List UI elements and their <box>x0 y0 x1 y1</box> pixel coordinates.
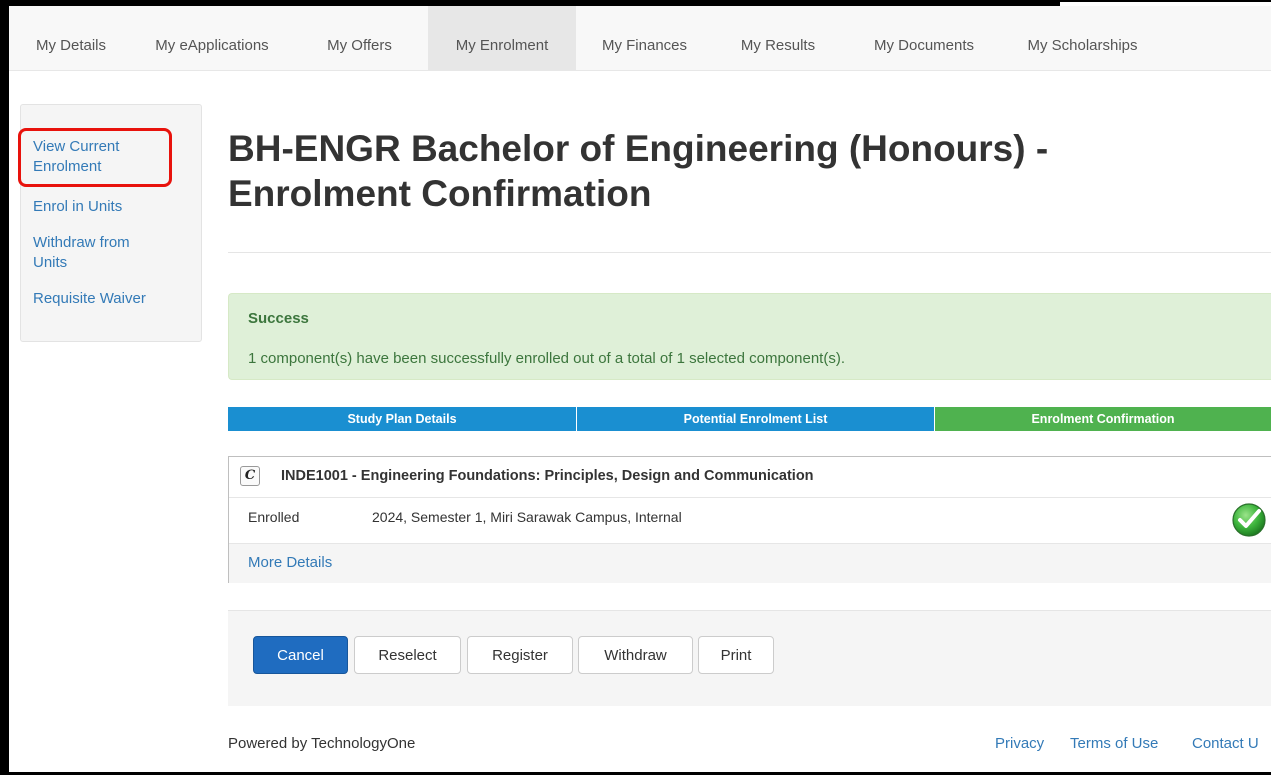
tab-my-details[interactable]: My Details <box>9 6 133 70</box>
title-divider <box>228 252 1271 253</box>
step-potential-enrolment-list[interactable]: Potential Enrolment List <box>577 407 934 431</box>
tab-my-scholarships[interactable]: My Scholarships <box>1005 6 1160 70</box>
tab-my-eapplications[interactable]: My eApplications <box>133 6 291 70</box>
tab-my-documents[interactable]: My Documents <box>843 6 1005 70</box>
step-enrolment-confirmation[interactable]: Enrolment Confirmation <box>935 407 1271 431</box>
sidebar-item-enrol-in-units[interactable]: Enrol in Units <box>33 197 183 217</box>
more-details-link[interactable]: More Details <box>248 554 332 571</box>
sidebar-item-requisite-waiver[interactable]: Requisite Waiver <box>33 289 183 309</box>
page-title: BH-ENGR Bachelor of Engineering (Honours… <box>228 126 1271 216</box>
cancel-button[interactable]: Cancel <box>253 636 348 674</box>
check-circle-icon <box>1232 503 1266 537</box>
unit-session: 2024, Semester 1, Miri Sarawak Campus, I… <box>372 509 682 525</box>
page-title-line2: Enrolment Confirmation <box>228 173 652 214</box>
print-button[interactable]: Print <box>698 636 774 674</box>
register-button[interactable]: Register <box>467 636 573 674</box>
window-frame-left <box>0 0 9 775</box>
tab-my-offers[interactable]: My Offers <box>291 6 428 70</box>
step-study-plan-details[interactable]: Study Plan Details <box>228 407 576 431</box>
annotation-highlight-box <box>18 128 172 187</box>
alert-title: Success <box>248 310 309 327</box>
sidebar-item-withdraw-from-units[interactable]: Withdraw from Units <box>33 233 163 273</box>
component-badge: C <box>240 466 260 486</box>
action-bar: Cancel Reselect Register Withdraw Print <box>228 610 1271 706</box>
terms-of-use-link[interactable]: Terms of Use <box>1070 735 1158 752</box>
enrolment-status: Enrolled <box>248 509 300 525</box>
withdraw-button[interactable]: Withdraw <box>578 636 693 674</box>
enrolment-steps: Study Plan Details Potential Enrolment L… <box>228 407 1271 431</box>
more-details-row: More Details <box>229 544 1271 583</box>
window-frame-top-right <box>1060 0 1271 2</box>
tab-my-enrolment[interactable]: My Enrolment <box>428 6 576 70</box>
powered-by-text: Powered by TechnologyOne <box>228 735 416 752</box>
tab-my-finances[interactable]: My Finances <box>576 6 713 70</box>
page-title-line1: BH-ENGR Bachelor of Engineering (Honours… <box>228 128 1049 169</box>
unit-panel: C INDE1001 - Engineering Foundations: Pr… <box>228 456 1271 583</box>
success-alert: Success 1 component(s) have been success… <box>228 293 1271 380</box>
unit-header: C INDE1001 - Engineering Foundations: Pr… <box>229 457 1271 498</box>
alert-message: 1 component(s) have been successfully en… <box>248 350 846 367</box>
contact-us-link[interactable]: Contact U <box>1192 735 1259 752</box>
reselect-button[interactable]: Reselect <box>354 636 461 674</box>
unit-status-row: Enrolled 2024, Semester 1, Miri Sarawak … <box>229 497 1271 544</box>
unit-title: INDE1001 - Engineering Foundations: Prin… <box>281 468 814 484</box>
privacy-link[interactable]: Privacy <box>995 735 1044 752</box>
tab-my-results[interactable]: My Results <box>713 6 843 70</box>
top-navigation: My Details My eApplications My Offers My… <box>9 6 1271 71</box>
